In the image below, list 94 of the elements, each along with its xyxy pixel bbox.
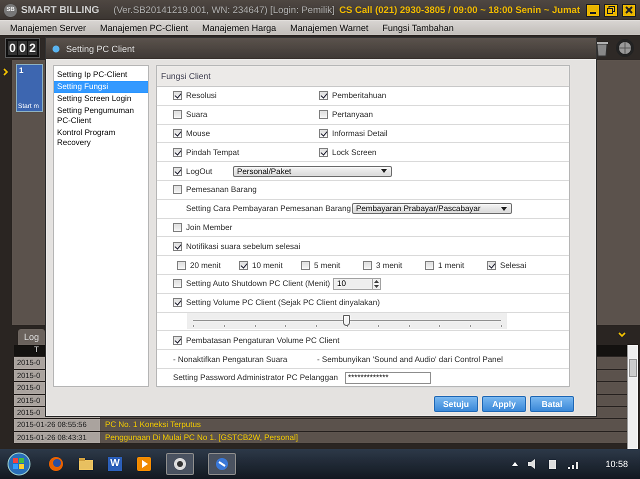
menu-item[interactable]: Manajemen Harga [202, 22, 276, 32]
checkbox[interactable] [173, 185, 182, 194]
log-message: PC No. 1 Koneksi Terputus [104, 419, 201, 431]
checkbox[interactable] [319, 128, 328, 138]
version-text: (Ver.SB20141219.001, WN: 234647) [Login: Pemilik] [113, 4, 336, 16]
checkbox-label: Mouse [186, 128, 210, 138]
checkbox-label: 1 menit [438, 260, 464, 270]
checkbox-label: Resolusi [186, 91, 217, 100]
chevron-down-icon[interactable] [618, 332, 626, 338]
counter-digit: 0 [8, 40, 17, 54]
settings-list-item[interactable]: Setting Pengumuman PC-Client [54, 105, 148, 127]
checkbox[interactable] [173, 110, 182, 120]
caret-icon [501, 206, 507, 211]
checkbox-label: Pindah Tempat [186, 148, 240, 157]
section-title: Fungsi Client [161, 71, 211, 81]
scrollbar[interactable] [627, 345, 638, 449]
close-icon [625, 6, 633, 14]
checkbox-label: Selesai [500, 260, 526, 270]
checkbox-label: Notifikasi suara sebelum selesai [186, 242, 300, 251]
menu-item[interactable]: Manajemen PC-Client [100, 22, 188, 32]
checkbox[interactable] [173, 222, 182, 232]
checkbox[interactable] [177, 260, 186, 270]
dropdown[interactable]: Pembayaran Prabayar/Pascabayar [352, 203, 512, 214]
checkbox-label: 10 menit [252, 260, 283, 270]
menu-item[interactable]: Manajemen Warnet [290, 22, 368, 32]
restore-icon [607, 6, 615, 14]
taskbar-app-button[interactable] [208, 453, 236, 475]
counter-digit: 0 [18, 40, 27, 54]
globe-icon[interactable] [615, 38, 635, 58]
checkbox-label: Pemesanan Barang [186, 185, 257, 194]
number-spinner[interactable]: 10 [333, 278, 381, 290]
checkbox[interactable] [425, 260, 434, 270]
log-message: Penggunaan Di Mulai PC No 1. [GSTCB2W, Personal] [104, 432, 298, 444]
checkbox-label: Lock Screen [332, 148, 376, 157]
taskbar-app-button[interactable] [166, 453, 194, 475]
checkbox[interactable] [363, 260, 372, 270]
note-text: - Nonaktifkan Pengaturan Suara [173, 354, 288, 364]
media-player-icon[interactable] [136, 456, 152, 472]
checkbox-label: Pertanyaan [332, 110, 373, 120]
app-icon [215, 457, 229, 471]
app-title: SMART BILLING [21, 4, 100, 16]
checkbox[interactable] [173, 148, 182, 157]
checkbox-label: Setting Auto Shutdown PC Client (Menit) [186, 279, 330, 288]
caret-icon [381, 169, 387, 174]
password-field[interactable]: ************* [345, 372, 431, 384]
checkbox-label: Pemberitahuan [332, 91, 386, 100]
checkbox[interactable] [319, 148, 328, 157]
counter-digit: 2 [28, 40, 37, 54]
checkbox[interactable] [173, 298, 182, 308]
field-label: Setting Password Administrator PC Pelanggan [173, 373, 339, 382]
checkbox[interactable] [301, 260, 310, 270]
checkbox-label: Suara [186, 110, 208, 120]
checkbox-label: Informasi Detail [332, 128, 388, 138]
checkbox-label: LogOut [186, 166, 212, 176]
column-header: T [34, 345, 39, 356]
checkbox[interactable] [239, 260, 248, 270]
checkbox[interactable] [173, 166, 182, 176]
tray-arrow-icon[interactable] [511, 461, 520, 467]
checkbox[interactable] [173, 128, 182, 138]
folder-icon[interactable] [78, 457, 94, 471]
menu-item[interactable]: Manajemen Server [10, 22, 86, 32]
word-icon[interactable]: W [108, 457, 122, 471]
checkbox[interactable] [173, 242, 182, 251]
minimize-button[interactable] [586, 4, 600, 16]
firefox-icon[interactable] [48, 456, 64, 472]
menu-item[interactable]: Fungsi Tambahan [382, 22, 454, 32]
checkbox[interactable] [319, 110, 328, 120]
note-text: - Sembunyikan 'Sound and Audio' dari Control Panel [317, 354, 503, 364]
settings-list-item[interactable]: Setting Ip PC-Client [54, 69, 148, 81]
volume-slider[interactable] [187, 313, 507, 330]
settings-list-item[interactable]: Setting Screen Login [54, 93, 148, 105]
checkbox-label: Setting Volume PC Client (Sejak PC Client dinyalakan) [186, 298, 380, 308]
dot-icon [52, 44, 60, 52]
checkbox[interactable] [173, 279, 182, 288]
checkbox-label: 20 menit [190, 260, 221, 270]
checkbox-label: 5 menit [314, 260, 340, 270]
checkbox-label: 3 menit [376, 260, 402, 270]
cs-call-text: CS Call (021) 2930-3805 / 09:00 ~ 18:00 Senin ~ Jumat [339, 4, 580, 16]
log-tab[interactable]: Log [18, 329, 46, 345]
checkbox-label: Join Member [186, 222, 232, 232]
checkbox[interactable] [319, 91, 328, 100]
settings-list-item[interactable]: Kontrol Program Recovery [54, 127, 148, 149]
close-button[interactable] [622, 4, 636, 16]
chevron-right-icon[interactable] [3, 68, 9, 76]
restore-button[interactable] [604, 4, 618, 16]
checkbox[interactable] [173, 91, 182, 100]
dialog-title: Setting PC Client [66, 44, 135, 54]
checkbox[interactable] [173, 336, 182, 345]
checkbox[interactable] [487, 260, 496, 270]
dropdown[interactable]: Personal/Paket [233, 166, 392, 177]
field-label: Setting Cara Pembayaran Pemesanan Barang [185, 204, 352, 214]
clock: 10:58 [605, 459, 628, 469]
checkbox-label: Pembatasan Pengaturan Volume PC Client [186, 336, 340, 345]
slider-thumb[interactable] [343, 315, 350, 326]
